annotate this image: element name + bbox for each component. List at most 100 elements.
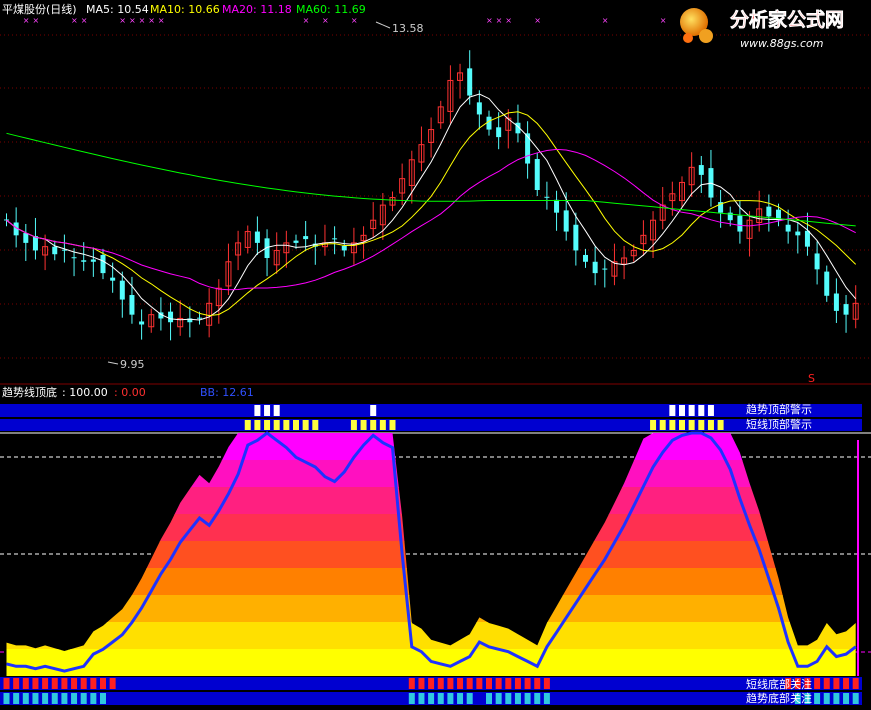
candle [525,121,531,179]
short-bottom-marker [814,678,821,689]
short-top-marker [302,420,309,430]
candle [215,279,222,324]
short-bottom-marker [61,678,68,689]
short-bottom-marker [457,678,464,689]
signal-marker: × [119,16,126,25]
candle [32,217,38,260]
candle [486,110,492,136]
trend-bottom-marker [486,693,492,704]
short-bottom-marker [486,678,492,689]
trend-bottom-marker [524,693,531,704]
candle [515,104,521,143]
short-bottom-marker [22,678,29,689]
trend-bottom-marker [852,693,859,704]
candle [688,152,695,197]
candle [4,213,9,227]
trend-top-band [0,404,862,417]
trend-top-marker [688,405,695,416]
candle [254,216,260,255]
short-bottom-marker [90,678,97,689]
short-bottom-marker [3,678,10,689]
candle [795,222,801,254]
indicator-area-band [6,460,856,488]
ma60-label: MA60: 11.69 [296,3,366,16]
trend-bottom-marker [823,693,830,704]
candle [447,65,454,124]
signal-marker: × [81,16,88,25]
short-bottom-marker [505,678,512,689]
short-top-marker [350,420,357,430]
candle [389,191,396,212]
signal-marker: × [23,16,30,25]
trend-bottom-marker [100,693,106,704]
short-top-marker [293,420,299,430]
short-bottom-marker [466,678,473,689]
short-bottom-marker [32,678,39,689]
candle [554,190,560,231]
short-bottom-marker [13,678,20,689]
trend-bottom-marker [833,693,840,704]
short-bottom-marker [852,678,859,689]
signal-marker: × [158,16,165,25]
signal-marker: × [71,16,78,25]
trend-top-marker [669,405,676,416]
candle [148,308,155,333]
candle [824,265,830,302]
candle [814,241,820,285]
candle [52,240,58,261]
candle [573,212,579,266]
trend-bottom-marker [437,693,444,704]
trend-bottom-marker [90,693,97,704]
short-top-label: 短线顶部警示 [746,417,812,431]
candle [418,126,425,172]
short-bottom-marker [418,678,425,689]
short-top-marker [669,420,676,430]
short-top-marker [244,420,251,430]
signal-marker: × [486,16,493,25]
candle [139,309,145,340]
ma5-label: MA5: 10.54 [86,3,149,16]
candle [843,295,849,333]
logo-name: 分析家公式网 [730,8,844,31]
candle [804,212,810,256]
price-pane: × × × × × × × × × × × × × × × × × × [4,16,859,341]
trend-bottom-marker [418,693,425,704]
trend-bottom-marker [534,693,541,704]
short-top-marker [698,420,705,430]
short-top-marker [273,420,280,430]
candle [833,278,839,323]
stock-title: 平煤股份(日线) [2,2,77,16]
signal-marker: × [505,16,512,25]
indicator-area-band [6,568,856,596]
candle [370,202,377,238]
candle [583,248,588,268]
trend-bottom-marker [428,693,435,704]
stock-chart: × × × × × × × × × × × × × × × × × × 平煤股份(日线) MA5: 10.54 M… [0,2,871,705]
short-top-marker [379,420,386,430]
candle [225,243,232,296]
candle [312,234,318,265]
ma10-label: MA10: 10.66 [150,3,220,16]
candle [698,156,704,194]
short-bottom-marker [428,678,435,689]
bb-label: BB: 12.61 [200,386,254,399]
trend-bottom-marker [466,693,473,704]
candle [244,225,251,254]
trend-top-marker [679,405,685,416]
indicator-pane [0,404,871,705]
short-top-marker [717,420,724,430]
candle [321,224,328,256]
trend-top-marker [264,405,271,416]
candle [476,90,482,130]
candle [341,239,347,257]
candle [399,163,406,206]
signal-marker: × [496,16,503,25]
trend-bottom-marker [505,693,512,704]
short-bottom-marker [823,678,830,689]
short-bottom-marker [534,678,541,689]
trend-bottom-marker [814,693,821,704]
trend-bottom-marker [32,693,39,704]
short-bottom-marker [109,678,116,689]
indicator-value1: : 100.00 [62,386,108,399]
candle [90,247,96,277]
